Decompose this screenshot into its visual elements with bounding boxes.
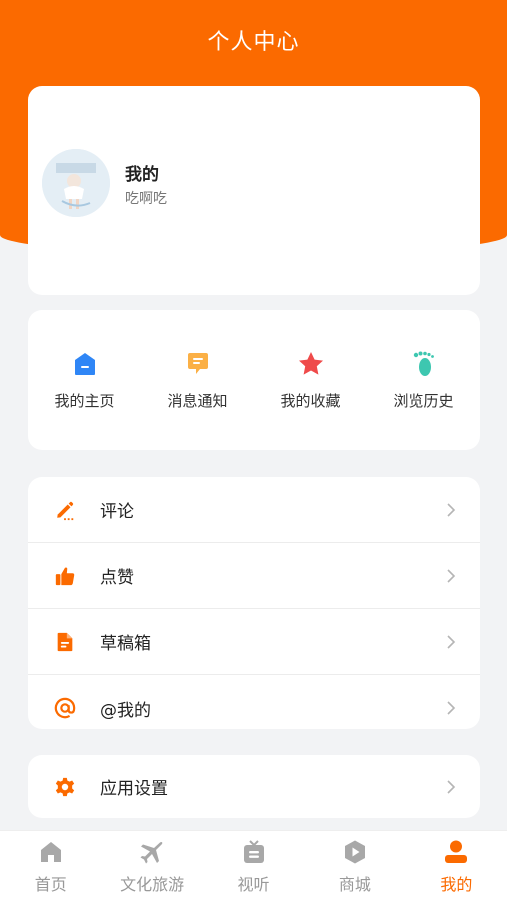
bottom-tab-bar: 首页 文化旅游 视听 商城 我的	[0, 830, 507, 900]
avatar-image	[42, 149, 110, 217]
profile-name: 我的	[125, 165, 159, 185]
quick-links-card: 我的主页 消息通知 我的收藏 浏览历史	[28, 310, 480, 450]
message-icon	[187, 353, 208, 374]
footprint-icon	[413, 351, 434, 376]
chevron-right-icon	[447, 779, 456, 794]
star-icon	[298, 352, 323, 375]
quick-link-favorites[interactable]: 我的收藏	[254, 310, 367, 450]
tab-culture-travel[interactable]: 文化旅游	[101, 831, 202, 900]
tab-home[interactable]: 首页	[0, 831, 101, 900]
quick-link-label: 我的主页	[54, 392, 115, 410]
menu-list: 评论 点赞 草稿箱 @我的	[28, 477, 480, 729]
quick-link-label: 我的收藏	[280, 392, 341, 410]
tab-label: 文化旅游	[120, 875, 185, 894]
menu-item-label: @我的	[100, 700, 151, 721]
pencil-icon	[57, 501, 74, 520]
user-icon	[445, 840, 468, 863]
tab-label: 我的	[440, 875, 473, 894]
home-icon	[40, 842, 61, 862]
chevron-right-icon	[447, 701, 456, 715]
avatar[interactable]	[42, 149, 110, 217]
profile-subtitle: 吃啊吃	[125, 191, 167, 207]
quick-link-history[interactable]: 浏览历史	[367, 310, 480, 450]
tv-icon	[243, 840, 264, 863]
chevron-right-icon	[447, 568, 456, 583]
menu-item-mentions[interactable]: @我的	[28, 675, 480, 729]
thumbs-up-icon	[55, 566, 75, 585]
quick-link-messages[interactable]: 消息通知	[141, 310, 254, 450]
tab-audio-video[interactable]: 视听	[203, 831, 304, 900]
menu-item-label: 草稿箱	[100, 634, 151, 654]
gear-icon	[55, 777, 75, 796]
tab-shop[interactable]: 商城	[304, 831, 405, 900]
page-title: 个人中心	[207, 30, 300, 55]
profile-card[interactable]: 我的 吃啊吃	[28, 86, 480, 295]
plane-icon	[140, 842, 163, 864]
quick-link-label: 浏览历史	[393, 392, 454, 410]
menu-item-label: 评论	[100, 502, 134, 522]
menu-item-comments[interactable]: 评论	[28, 477, 480, 543]
tab-label: 商城	[338, 875, 371, 894]
quick-link-home-page[interactable]: 我的主页	[28, 310, 141, 450]
menu-item-app-settings[interactable]: 应用设置	[28, 755, 480, 818]
tab-mine[interactable]: 我的	[406, 831, 507, 900]
quick-link-label: 消息通知	[167, 392, 228, 410]
at-icon	[54, 697, 76, 719]
chevron-right-icon	[447, 502, 456, 517]
menu-item-likes[interactable]: 点赞	[28, 543, 480, 609]
menu-item-label: 点赞	[100, 568, 134, 588]
menu-item-drafts[interactable]: 草稿箱	[28, 609, 480, 675]
tab-label: 首页	[34, 875, 67, 894]
document-icon	[57, 632, 73, 651]
tab-label: 视听	[237, 875, 270, 894]
menu-item-label: 应用设置	[100, 779, 168, 799]
settings-card: 应用设置	[28, 755, 480, 818]
chevron-right-icon	[447, 634, 456, 649]
home-page-icon	[74, 353, 95, 375]
shop-icon	[344, 840, 365, 864]
